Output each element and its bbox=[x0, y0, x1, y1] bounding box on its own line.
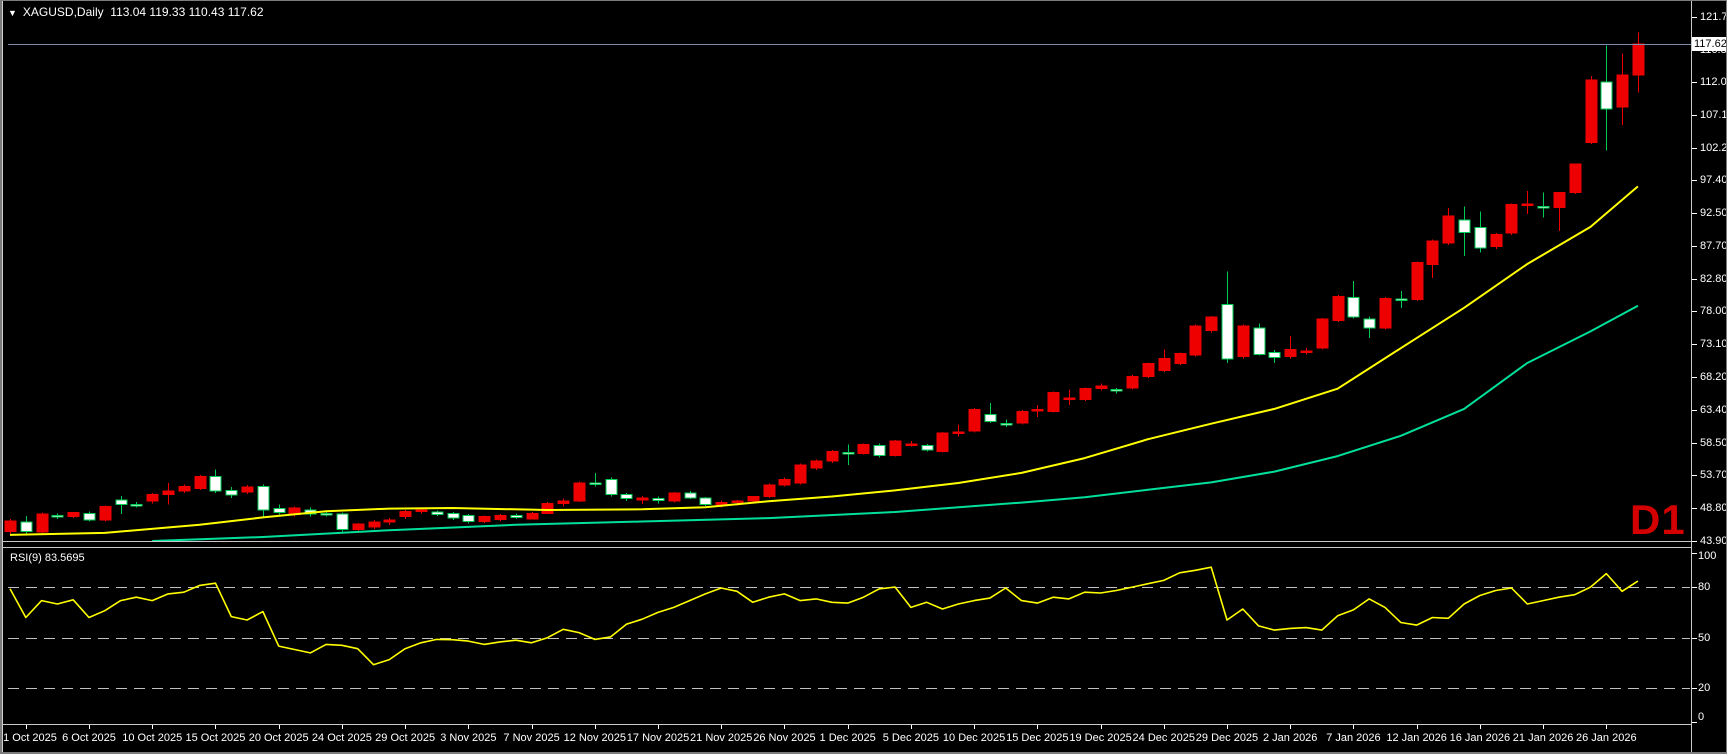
price-axis-label: 121.70 bbox=[1700, 12, 1727, 23]
time-axis-label: 7 Jan 2026 bbox=[1326, 733, 1380, 744]
time-axis-label: 12 Nov 2025 bbox=[564, 733, 626, 744]
chart-title-bar: ▼ XAGUSD,Daily 113.04 119.33 110.43 117.6… bbox=[8, 5, 264, 19]
symbol-timeframe-label: XAGUSD,Daily bbox=[23, 5, 104, 19]
time-axis-label: 12 Jan 2026 bbox=[1386, 733, 1447, 744]
time-axis-label: 15 Oct 2025 bbox=[185, 733, 245, 744]
time-axis-label: 24 Oct 2025 bbox=[312, 733, 372, 744]
time-axis-label: 10 Oct 2025 bbox=[122, 733, 182, 744]
price-axis-label: 78.00 bbox=[1700, 306, 1727, 317]
time-axis-label: 2 Jan 2026 bbox=[1263, 733, 1317, 744]
time-axis-label: 10 Dec 2025 bbox=[943, 733, 1005, 744]
time-axis-label: 15 Dec 2025 bbox=[1006, 733, 1068, 744]
time-axis-label: 26 Nov 2025 bbox=[753, 733, 815, 744]
price-axis-label: 107.10 bbox=[1700, 110, 1727, 121]
time-axis-label: 29 Oct 2025 bbox=[375, 733, 435, 744]
chart-window: ▼ XAGUSD,Daily 113.04 119.33 110.43 117.6… bbox=[0, 0, 1727, 754]
price-axis-label: 102.20 bbox=[1700, 143, 1727, 154]
price-axis-label: 58.50 bbox=[1700, 438, 1727, 449]
rsi-indicator-panel[interactable] bbox=[0, 548, 1691, 725]
time-axis-label: 17 Nov 2025 bbox=[627, 733, 689, 744]
time-axis-label: 24 Dec 2025 bbox=[1133, 733, 1195, 744]
main-chart-area[interactable] bbox=[0, 24, 1691, 541]
time-axis[interactable]: 1 Oct 2025 6 Oct 2025 10 Oct 202515 Oct 20… bbox=[0, 725, 1727, 754]
time-axis-label: 20 Oct 2025 bbox=[249, 733, 309, 744]
price-axis-label: 87.70 bbox=[1700, 241, 1727, 252]
rsi-axis-label: 50 bbox=[1698, 633, 1710, 644]
time-axis-label: 26 Jan 2026 bbox=[1576, 733, 1637, 744]
time-axis-label: 16 Jan 2026 bbox=[1450, 733, 1511, 744]
time-axis-label: 7 Nov 2025 bbox=[503, 733, 559, 744]
price-axis-label: 68.20 bbox=[1700, 372, 1727, 383]
rsi-axis-label: 0 bbox=[1698, 712, 1704, 723]
window-border-top bbox=[0, 0, 1727, 1]
price-axis-label: 92.50 bbox=[1700, 208, 1727, 219]
time-axis-label: 5 Dec 2025 bbox=[883, 733, 939, 744]
ohlc-quote-label: 113.04 119.33 110.43 117.62 bbox=[110, 5, 263, 19]
price-axis-label: 97.40 bbox=[1700, 175, 1727, 186]
time-axis-label: 1 Oct 2025 bbox=[3, 733, 57, 744]
symbol-dropdown-icon[interactable]: ▼ bbox=[8, 8, 17, 18]
time-axis-label: 1 Dec 2025 bbox=[820, 733, 876, 744]
price-axis-label: 112.00 bbox=[1700, 77, 1727, 88]
price-axis-label: 73.10 bbox=[1700, 339, 1727, 350]
time-axis-label: 21 Jan 2026 bbox=[1513, 733, 1574, 744]
price-axis-label: 82.80 bbox=[1700, 274, 1727, 285]
rsi-indicator-label: RSI(9) 83.5695 bbox=[10, 552, 85, 564]
rsi-axis-label: 20 bbox=[1698, 683, 1710, 694]
price-axis-label: 48.80 bbox=[1700, 503, 1727, 514]
current-price-tag: 117.62 bbox=[1692, 37, 1727, 51]
price-axis-label: 53.70 bbox=[1700, 470, 1727, 481]
time-axis-label: 19 Dec 2025 bbox=[1069, 733, 1131, 744]
window-border-left-inner bbox=[2, 0, 3, 754]
timeframe-watermark: D1 bbox=[1630, 496, 1686, 544]
time-axis-label: 21 Nov 2025 bbox=[690, 733, 752, 744]
rsi-axis[interactable]: 100 80 50 20 0 bbox=[1691, 548, 1727, 725]
time-axis-label: 6 Oct 2025 bbox=[62, 733, 116, 744]
time-axis-label: 3 Nov 2025 bbox=[440, 733, 496, 744]
rsi-axis-label: 80 bbox=[1698, 582, 1710, 593]
price-axis-label: 63.40 bbox=[1700, 405, 1727, 416]
rsi-axis-label: 100 bbox=[1698, 551, 1716, 562]
time-axis-label: 29 Dec 2025 bbox=[1196, 733, 1258, 744]
price-axis-label: 43.90 bbox=[1700, 536, 1727, 547]
